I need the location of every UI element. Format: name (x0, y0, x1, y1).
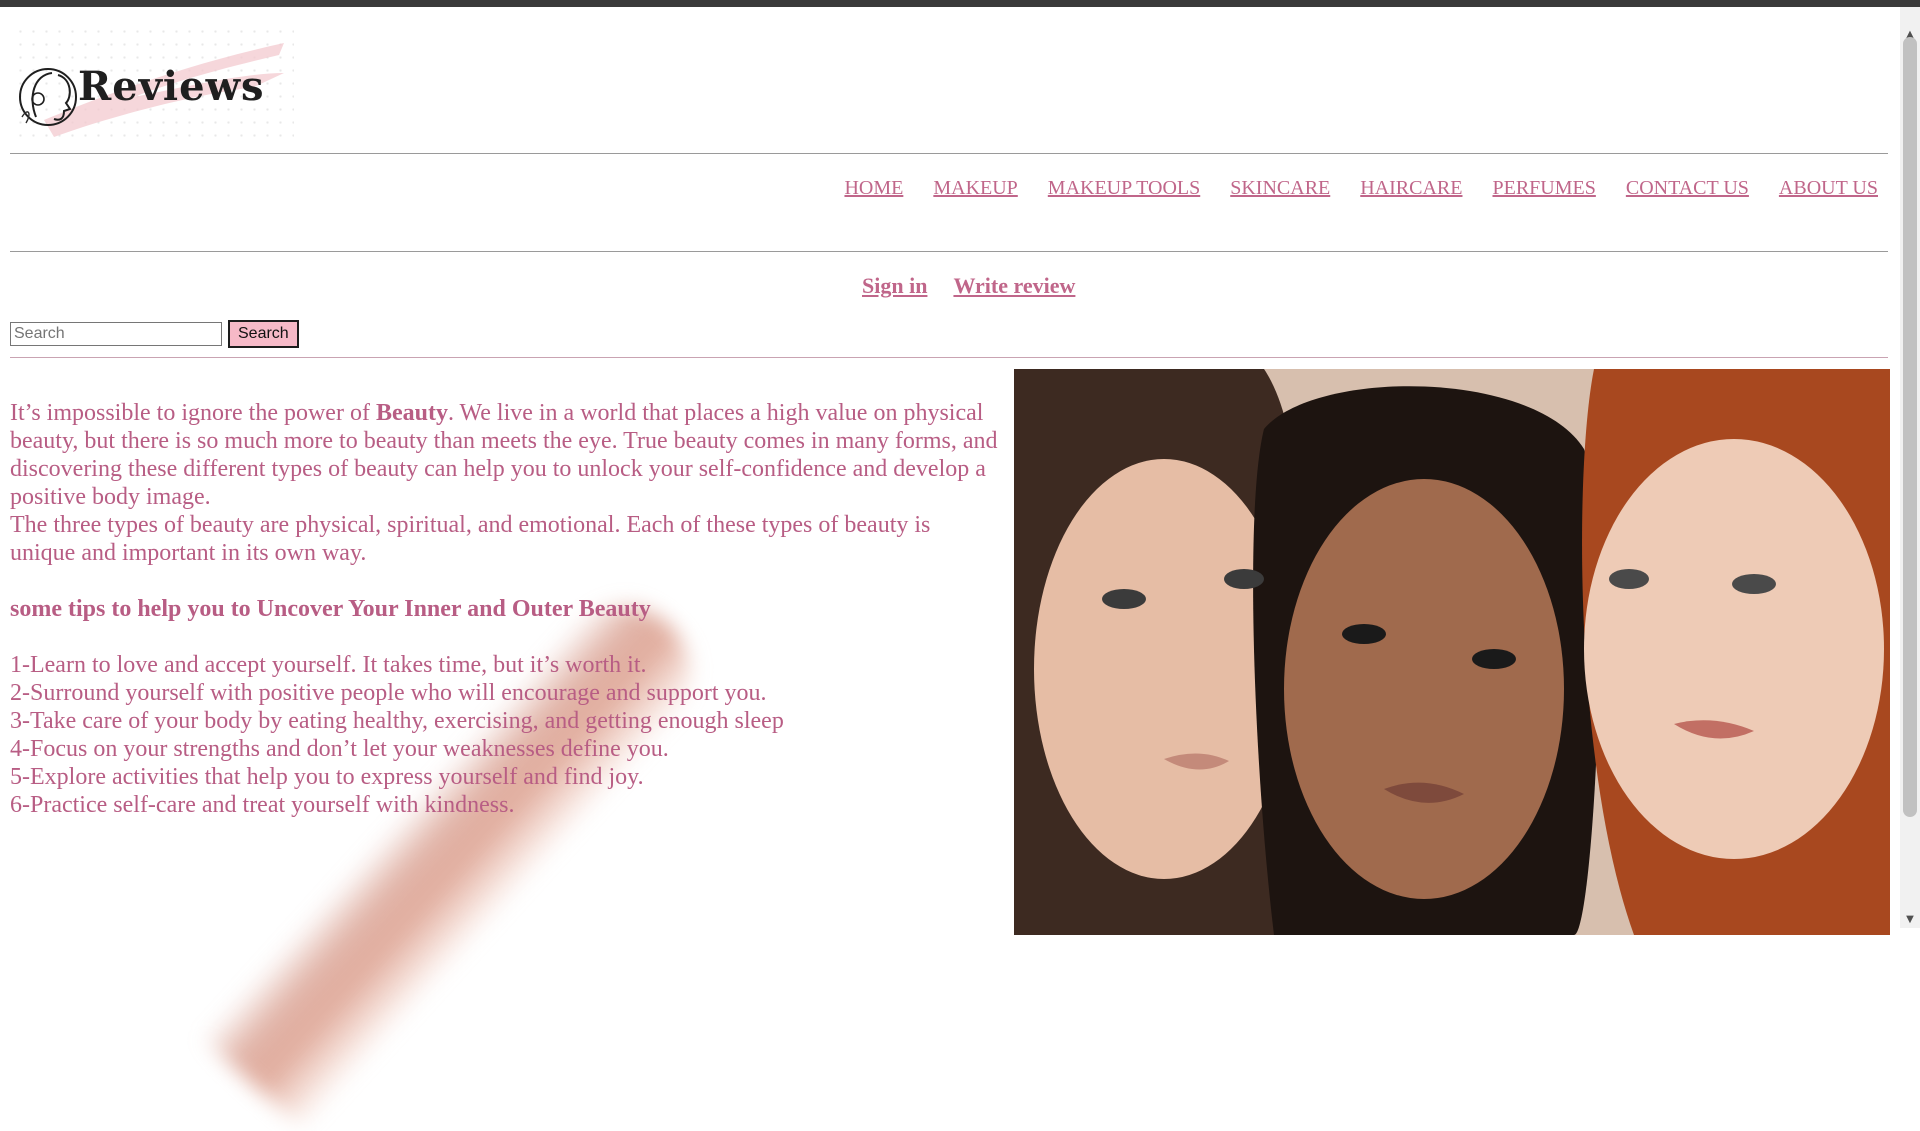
vertical-scrollbar[interactable]: ▲ ▼ (1900, 7, 1920, 928)
site-logo[interactable]: Reviews (14, 25, 294, 143)
tip-item: 3-Take care of your body by eating healt… (10, 708, 784, 734)
three-women-photo (1014, 369, 1890, 935)
nav-about-us[interactable]: ABOUT US (1779, 177, 1878, 200)
tip-item: 2-Surround yourself with positive people… (10, 680, 767, 706)
types-paragraph: The three types of beauty are physical, … (10, 512, 931, 566)
divider-top (10, 153, 1888, 154)
main-nav: HOME MAKEUP MAKEUP TOOLS SKINCARE HAIRCA… (844, 177, 1878, 200)
divider-nav (10, 251, 1888, 252)
auth-links: Sign in Write review (862, 273, 1075, 299)
nav-makeup-tools[interactable]: MAKEUP TOOLS (1048, 177, 1200, 200)
write-review-link[interactable]: Write review (953, 273, 1075, 299)
nav-makeup[interactable]: MAKEUP (933, 177, 1017, 200)
scroll-down-arrow-icon[interactable]: ▼ (1900, 910, 1920, 928)
nav-perfumes[interactable]: PERFUMES (1492, 177, 1595, 200)
search-bar: Search (10, 320, 299, 348)
tip-item: 4-Focus on your strengths and don’t let … (10, 736, 669, 762)
logo-text: Reviews (78, 63, 265, 110)
intro-bold-beauty: Beauty (375, 400, 448, 426)
nav-skincare[interactable]: SKINCARE (1230, 177, 1330, 200)
sign-in-link[interactable]: Sign in (862, 273, 927, 299)
nav-home[interactable]: HOME (844, 177, 903, 200)
tip-item: 6-Practice self-care and treat yourself … (10, 792, 515, 818)
divider-content (10, 357, 1888, 358)
tip-item: 5-Explore activities that help you to ex… (10, 764, 644, 790)
intro-text: It’s impossible to ignore the power of B… (10, 399, 1000, 819)
intro-section: It’s impossible to ignore the power of B… (10, 369, 1000, 1131)
woman-face-icon (19, 68, 77, 126)
search-input[interactable] (10, 322, 222, 346)
nav-haircare[interactable]: HAIRCARE (1360, 177, 1462, 200)
search-button[interactable]: Search (228, 320, 299, 348)
intro-paragraph: It’s impossible to ignore the power of B… (10, 399, 1000, 511)
tips-title: some tips to help you to Uncover Your In… (10, 596, 651, 622)
page: Reviews HOME MAKEUP MAKEUP TOOLS SKINCAR… (10, 7, 1890, 1131)
tip-item: 1-Learn to love and accept yourself. It … (10, 652, 647, 678)
scroll-thumb[interactable] (1903, 37, 1917, 817)
intro-text-before: It’s impossible to ignore the power of (10, 400, 376, 426)
nav-contact-us[interactable]: CONTACT US (1626, 177, 1749, 200)
tips-list: 1-Learn to love and accept yourself. It … (10, 651, 1000, 819)
photo-illustration (1014, 369, 1890, 935)
browser-top-bar (0, 0, 1920, 7)
